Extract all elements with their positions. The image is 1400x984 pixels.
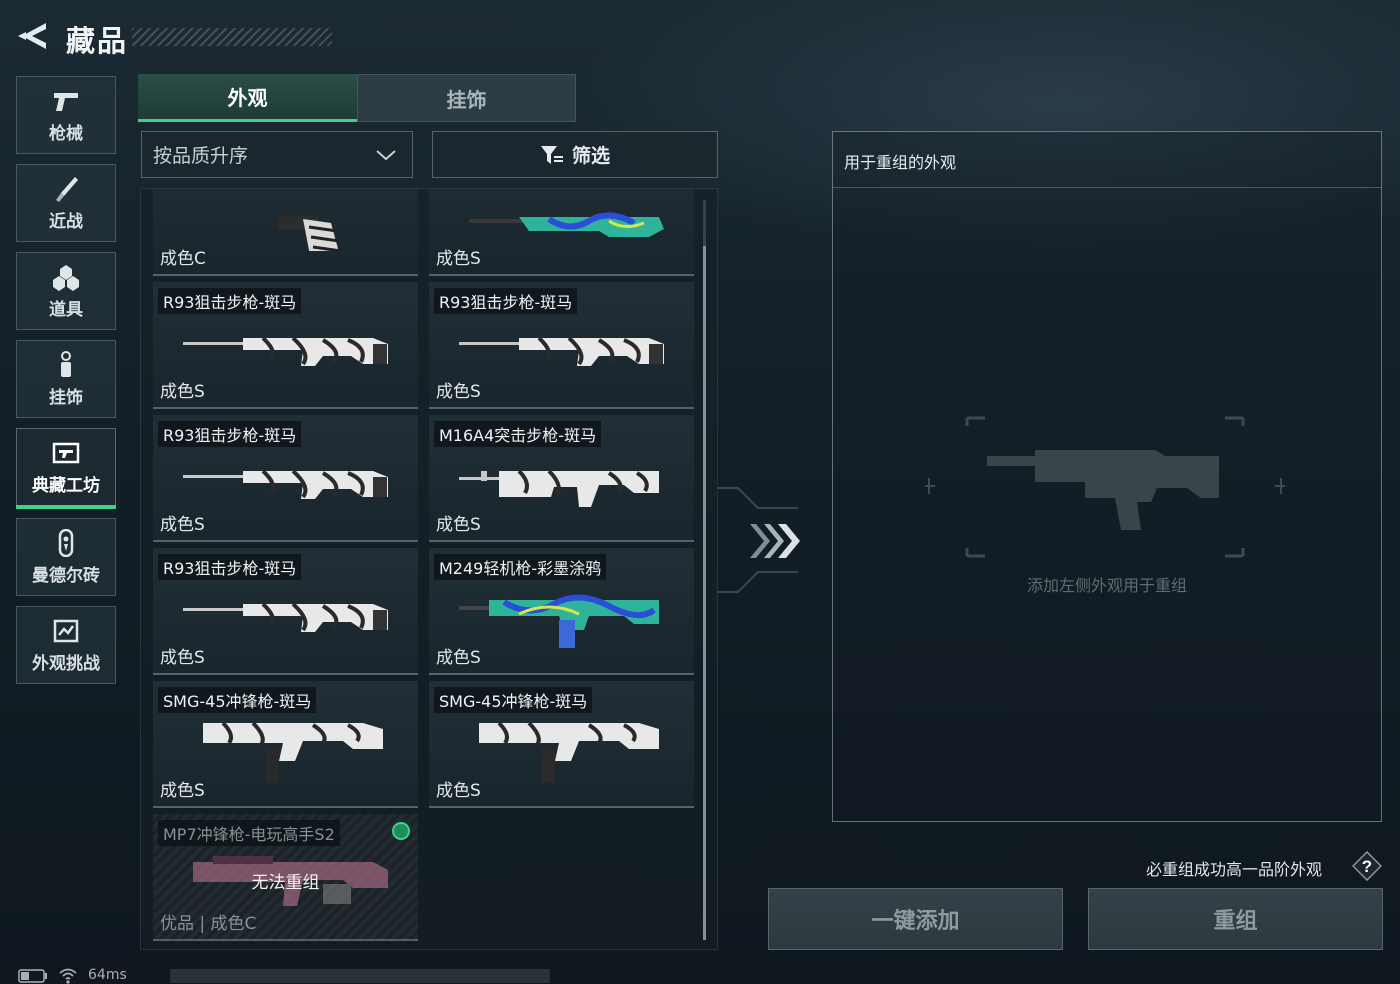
rifle-placeholder-icon[interactable] [925,412,1291,562]
triple-chevron-right-icon [750,524,800,558]
nav-item-charms[interactable]: 挂饰 [16,340,116,418]
nav-item-skin-challenge[interactable]: 外观挑战 [16,606,116,684]
skin-card-disabled[interactable]: MP7冲锋枪-电玩高手S2 无法重组 优品 | 成色C [153,814,418,941]
card-grade: 成色S [160,515,205,535]
sort-selected-value: 按品质升序 [153,145,249,167]
card-grade: 成色S [160,781,205,801]
svg-text:?: ? [1362,857,1372,876]
rifle-graffiti-skin-icon [469,212,664,237]
tab-charms[interactable]: 挂饰 [357,74,576,122]
nav-label: 道具 [49,299,83,320]
lmg-graffiti-skin-icon [459,594,659,648]
skin-card[interactable]: R93狙击步枪-斑马 成色S [153,415,418,542]
help-icon[interactable]: ? [1352,851,1382,881]
charm-icon [61,350,71,377]
card-grade: 成色S [160,648,205,668]
card-grade: 成色S [436,382,481,402]
tab-skins[interactable]: 外观 [138,74,357,122]
wifi-icon [59,968,77,984]
filter-icon [540,145,563,164]
header-stripes-decoration [132,28,332,46]
sniper-zebra-skin-icon [183,336,388,366]
nav-item-workshop[interactable]: 典藏工坊 [16,428,116,509]
pistol-icon [54,92,78,111]
skin-card[interactable]: SMG-45冲锋枪-斑马 成色S [153,681,418,808]
remix-placeholder-text: 添加左侧外观用于重组 [1026,576,1187,595]
battery-icon [18,969,47,983]
nav-label: 挂饰 [49,387,83,408]
smg-zebra-skin-icon [203,721,383,783]
add-all-button[interactable]: 一键添加 [768,888,1063,950]
remix-panel: 用于重组的外观 添加左侧外观用于重组 [832,131,1382,822]
filter-button[interactable]: 筛选 [432,131,718,178]
card-grade: 成色S [436,648,481,668]
skin-grid: 成色C 成色S R93狙击步枪-斑马 成色S R93狙击步枪-斑马 成色S R9… [140,188,718,950]
equipped-status-dot [392,822,410,840]
card-grade: 成色S [436,515,481,535]
skin-card[interactable]: M249轻机枪-彩墨涂鸦 成色S [429,548,694,675]
skin-card[interactable]: 成色C [153,189,418,276]
skin-card[interactable]: 成色S [429,189,694,276]
skin-card[interactable]: R93狙击步枪-斑马 成色S [153,548,418,675]
nav-item-melee[interactable]: 近战 [16,164,116,242]
nav-item-mandel-brick[interactable]: 曼德尔砖 [16,518,116,596]
grid-scrollbar-thumb[interactable] [703,246,706,940]
skin-card[interactable]: R93狙击步枪-斑马 成色S [429,282,694,409]
nav-label: 枪械 [49,123,83,144]
remix-panel-title: 用于重组的外观 [833,132,1381,188]
header: 藏品 [14,16,334,60]
skin-card[interactable]: R93狙击步枪-斑马 成色S [153,282,418,409]
challenge-icon [53,619,79,642]
status-bar: 64ms [18,966,558,984]
nav-label: 外观挑战 [32,653,100,674]
knife-icon [56,176,78,202]
workshop-icon [52,442,80,463]
pistol-grip-skin-icon [278,216,342,251]
skin-card[interactable]: SMG-45冲锋枪-斑马 成色S [429,681,694,808]
card-grade: 成色C [160,249,206,269]
chevron-down-icon [376,150,396,161]
nav-item-guns[interactable]: 枪械 [16,76,116,154]
ping-readout: 64ms [88,967,127,983]
card-grade: 成色S [160,382,205,402]
sniper-zebra-skin-icon [183,469,388,499]
card-grade: 成色S [436,781,481,801]
card-grade: 成色S [436,249,481,269]
filter-label: 筛选 [571,145,610,167]
smg-zebra-skin-icon [479,721,659,783]
active-indicator [16,505,116,509]
mandel-brick-icon [58,528,74,557]
sort-dropdown[interactable]: 按品质升序 [141,131,413,178]
skin-card[interactable]: M16A4突击步枪-斑马 成色S [429,415,694,542]
page-title: 藏品 [66,24,129,58]
nav-label: 典藏工坊 [32,475,100,496]
remix-guarantee-note: 必重组成功高一品阶外观 [1146,860,1323,879]
cannot-remix-text: 无法重组 [251,873,320,893]
nav-label: 近战 [49,211,83,232]
sniper-zebra-skin-icon [459,336,664,366]
tab-bar: 外观 挂饰 [138,74,576,122]
status-redacted-area [170,969,550,983]
card-grade: 优品 | 成色C [160,914,257,934]
grenade-icon [53,264,79,291]
sniper-zebra-skin-icon [183,602,388,632]
back-arrow-icon[interactable] [16,20,50,52]
nav-item-items[interactable]: 道具 [16,252,116,330]
nav-label: 曼德尔砖 [32,565,100,586]
rifle-zebra-skin-icon [459,469,659,507]
remix-button[interactable]: 重组 [1088,888,1383,950]
